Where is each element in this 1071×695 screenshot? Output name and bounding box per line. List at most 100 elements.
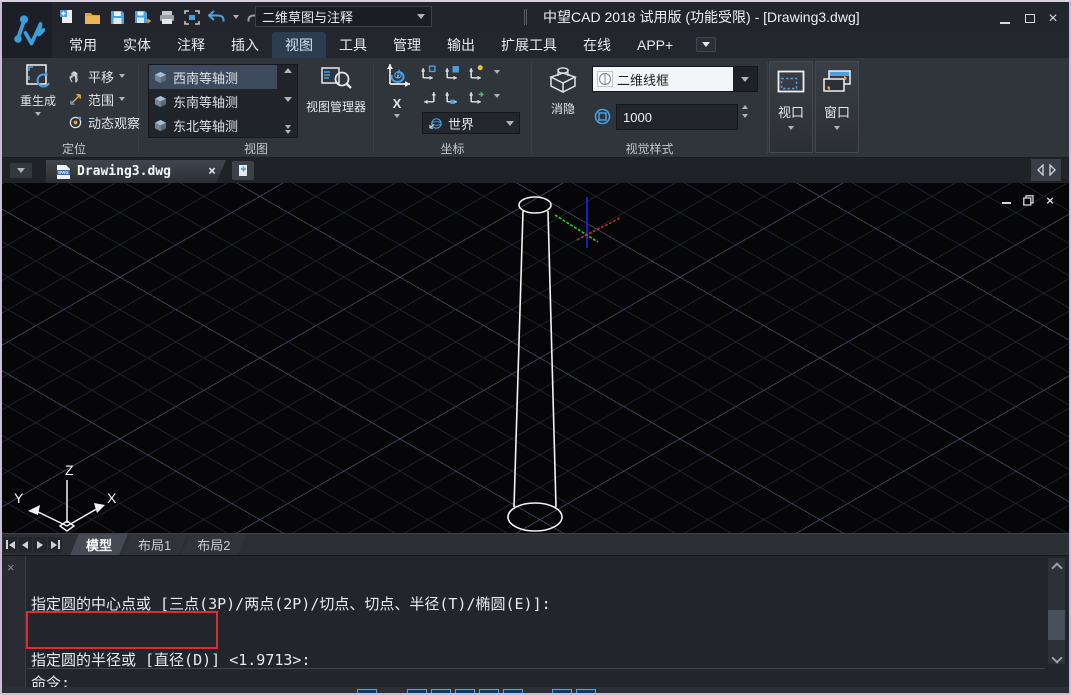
doc-tab-scroll-buttons[interactable] <box>1031 159 1061 181</box>
next-icon <box>37 541 43 549</box>
layout-tab-bar: 模型 布局1 布局2 <box>2 533 1069 555</box>
status-toggle-button[interactable] <box>431 689 451 695</box>
maximize-button[interactable] <box>1021 11 1039 26</box>
app-logo[interactable] <box>2 2 52 58</box>
status-toggle-button[interactable] <box>407 689 427 695</box>
scroll-up-icon[interactable] <box>1051 562 1062 573</box>
viewport-panel-button[interactable]: 视口 <box>769 61 813 153</box>
hide-button[interactable]: 消隐 <box>540 64 586 117</box>
drawing-viewport[interactable]: × Z <box>2 183 1069 533</box>
ribbon-tab-output[interactable]: 输出 <box>434 32 488 58</box>
new-document-tab-button[interactable] <box>232 161 254 180</box>
inbox-button[interactable] <box>696 37 716 52</box>
ribbon-tab-express[interactable]: 扩展工具 <box>488 32 570 58</box>
ribbon-tab-tools[interactable]: 工具 <box>326 32 380 58</box>
view-item-se-isometric[interactable]: 东南等轴测 <box>149 89 277 113</box>
status-toggle-button[interactable] <box>479 689 499 695</box>
scroll-up-icon[interactable] <box>284 68 292 73</box>
document-tab-drawing3[interactable]: DWG Drawing3.dwg × <box>46 160 226 183</box>
workspace-selector[interactable]: 二维草图与注释 <box>255 6 432 27</box>
view-item-ne-isometric[interactable]: 东北等轴测 <box>149 113 277 137</box>
ribbon-tab-app-plus[interactable]: APP+ <box>624 32 686 58</box>
ribbon-tab-home[interactable]: 常用 <box>56 32 110 58</box>
ribbon-tab-annotate[interactable]: 注释 <box>164 32 218 58</box>
status-toggle-button[interactable] <box>552 689 572 695</box>
regen-button[interactable]: 重生成 <box>14 62 62 116</box>
scrollbar-thumb[interactable] <box>1048 610 1065 640</box>
save-as-icon[interactable] <box>133 8 151 26</box>
view-manager-button[interactable]: 视图管理器 <box>302 64 370 115</box>
document-tab-close-icon[interactable]: × <box>208 164 216 179</box>
zoom-object-icon[interactable] <box>183 8 201 26</box>
ucs-object-icon[interactable] <box>468 64 485 81</box>
undo-dropdown-icon[interactable] <box>233 15 239 19</box>
status-toggle-button[interactable] <box>503 689 523 695</box>
save-icon[interactable] <box>108 8 126 26</box>
ribbon-tab-manage[interactable]: 管理 <box>380 32 434 58</box>
layout-tab-layout2[interactable]: 布局2 <box>181 534 246 556</box>
pan-hand-icon <box>68 69 83 84</box>
ucs-z-axis-icon[interactable] <box>444 88 461 105</box>
window-panel-label: 窗口 <box>824 102 850 121</box>
visual-style-dropdown[interactable] <box>733 77 757 82</box>
scroll-down-icon[interactable] <box>284 97 292 102</box>
dwg-file-icon: DWG <box>56 164 71 180</box>
regen-icon <box>23 62 53 92</box>
command-close-icon[interactable]: × <box>7 560 15 575</box>
prev-layout-button[interactable] <box>18 537 32 553</box>
command-line-area[interactable]: × 指定圆的中心点或 [三点(3P)/两点(2P)/切点、切点、半径(T)/椭圆… <box>2 555 1069 688</box>
next-layout-button[interactable] <box>33 537 47 553</box>
ucs-row2-dropdown-icon[interactable] <box>494 94 500 98</box>
ribbon-tab-view[interactable]: 视图 <box>272 32 326 58</box>
ucs-world-combo[interactable]: 世界 <box>422 112 520 134</box>
print-icon[interactable] <box>158 8 176 26</box>
first-layout-button[interactable] <box>3 537 17 553</box>
status-toggle-button[interactable] <box>357 689 377 695</box>
close-button[interactable]: × <box>1044 11 1062 26</box>
ucs-row1-dropdown-icon[interactable] <box>494 70 500 74</box>
cone-wireframe <box>508 197 562 531</box>
pan-label: 平移 <box>88 67 114 86</box>
doc-tab-menu-button[interactable] <box>10 163 32 178</box>
named-views-list: 西南等轴测 东南等轴测 东北等轴测 <box>148 64 298 138</box>
command-scrollbar[interactable] <box>1048 558 1065 664</box>
pan-button[interactable]: 平移 <box>68 66 125 86</box>
view-cube-icon <box>154 119 167 132</box>
view-item-sw-isometric[interactable]: 西南等轴测 <box>149 65 277 89</box>
scroll-end-icon[interactable] <box>285 125 291 134</box>
view-cube-icon <box>154 95 167 108</box>
lod-spinner[interactable] <box>742 105 748 118</box>
scroll-down-icon[interactable] <box>1051 652 1062 663</box>
ucs-world-label: 世界 <box>448 114 501 133</box>
last-layout-button[interactable] <box>48 537 62 553</box>
status-toggle-button[interactable] <box>455 689 475 695</box>
chevron-down-icon <box>17 168 25 173</box>
ribbon-tab-insert[interactable]: 插入 <box>218 32 272 58</box>
window-switch-icon <box>823 70 851 94</box>
lod-value-input[interactable] <box>616 104 738 130</box>
window-panel-button[interactable]: 窗口 <box>815 61 859 153</box>
ribbon-tab-online[interactable]: 在线 <box>570 32 624 58</box>
undo-icon[interactable] <box>208 8 226 26</box>
status-toggle-button[interactable] <box>576 689 596 695</box>
open-folder-icon[interactable] <box>83 8 101 26</box>
new-file-icon[interactable] <box>58 8 76 26</box>
visual-style-combo[interactable]: 二维线框 <box>592 66 758 92</box>
zoom-extents-button[interactable]: 范围 <box>68 89 125 109</box>
zwcad-logo-icon <box>9 11 45 49</box>
layout-tab-model[interactable]: 模型 <box>70 534 128 556</box>
layout-tab-layout1[interactable]: 布局1 <box>122 534 187 556</box>
ucs-view-icon[interactable] <box>468 88 485 105</box>
orbit-button[interactable]: 动态观察 <box>68 112 140 132</box>
panel-divider <box>767 62 768 154</box>
panel-label-positioning: 定位 <box>10 140 138 158</box>
pan-dropdown-icon <box>119 74 125 78</box>
ucs-previous-icon[interactable] <box>420 88 437 105</box>
ucs-origin-icon[interactable] <box>420 64 437 81</box>
ucs-x-rotate-button[interactable]: x X <box>378 62 416 118</box>
ucs-x-label: X <box>107 490 117 506</box>
ucs-face-icon[interactable] <box>444 64 461 81</box>
view-manager-label: 视图管理器 <box>306 98 366 115</box>
ribbon-tab-solid[interactable]: 实体 <box>110 32 164 58</box>
minimize-button[interactable] <box>996 11 1014 26</box>
